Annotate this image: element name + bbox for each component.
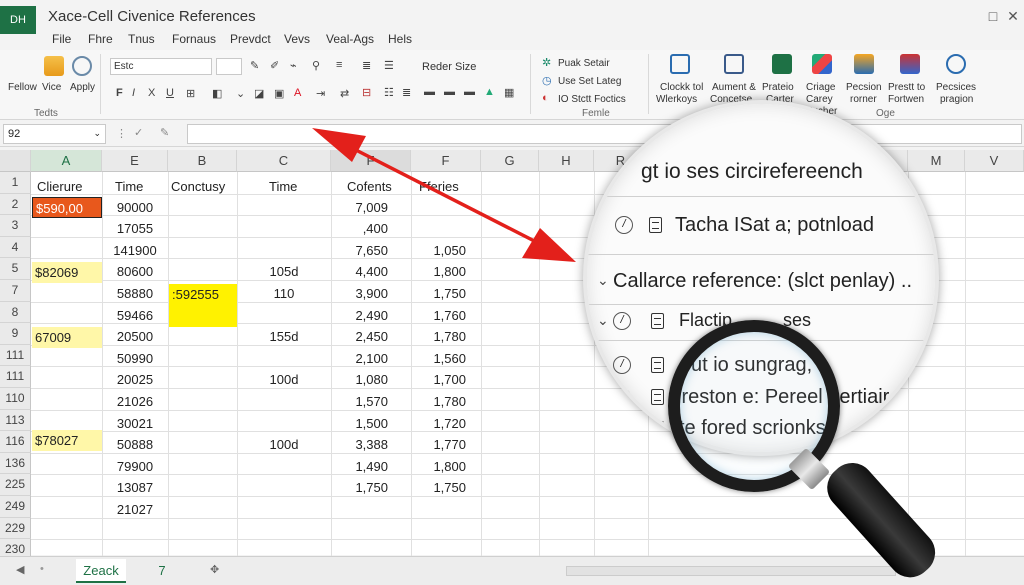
- document-icon-1: [649, 217, 662, 233]
- arrow-line: [351, 146, 549, 250]
- zoom-divider-1: [587, 196, 935, 197]
- document-icon-3: [651, 357, 664, 373]
- info-icon-2: /: [613, 312, 631, 330]
- info-icon-3: /: [613, 356, 631, 374]
- arrow-head-right: [522, 228, 576, 262]
- chevron-down-icon-3[interactable]: ⌄: [597, 356, 609, 373]
- document-icon-2: [651, 313, 664, 329]
- chevron-down-icon-2[interactable]: ⌄: [597, 312, 609, 329]
- zoom-divider-2: [587, 254, 935, 255]
- document-icon-5: [651, 421, 664, 437]
- zoom-divider-3: [587, 304, 935, 305]
- chevron-down-icon[interactable]: ⌄: [597, 272, 609, 289]
- info-icon-4: /: [613, 388, 631, 406]
- info-icon-1: /: [615, 216, 633, 234]
- arrow-head-left: [312, 128, 366, 162]
- zoom-line-2: Tacha ISat a; potnload: [675, 214, 875, 236]
- zoom-line-3: Callarce reference: (slct penlay) ..: [613, 270, 913, 292]
- zoom-line-1: gt io ses circirefereench: [641, 160, 863, 183]
- spreadsheet-window: DH Xace-Cell Civenice References □ ✕ Fil…: [0, 0, 1024, 585]
- document-icon-4: [651, 389, 664, 405]
